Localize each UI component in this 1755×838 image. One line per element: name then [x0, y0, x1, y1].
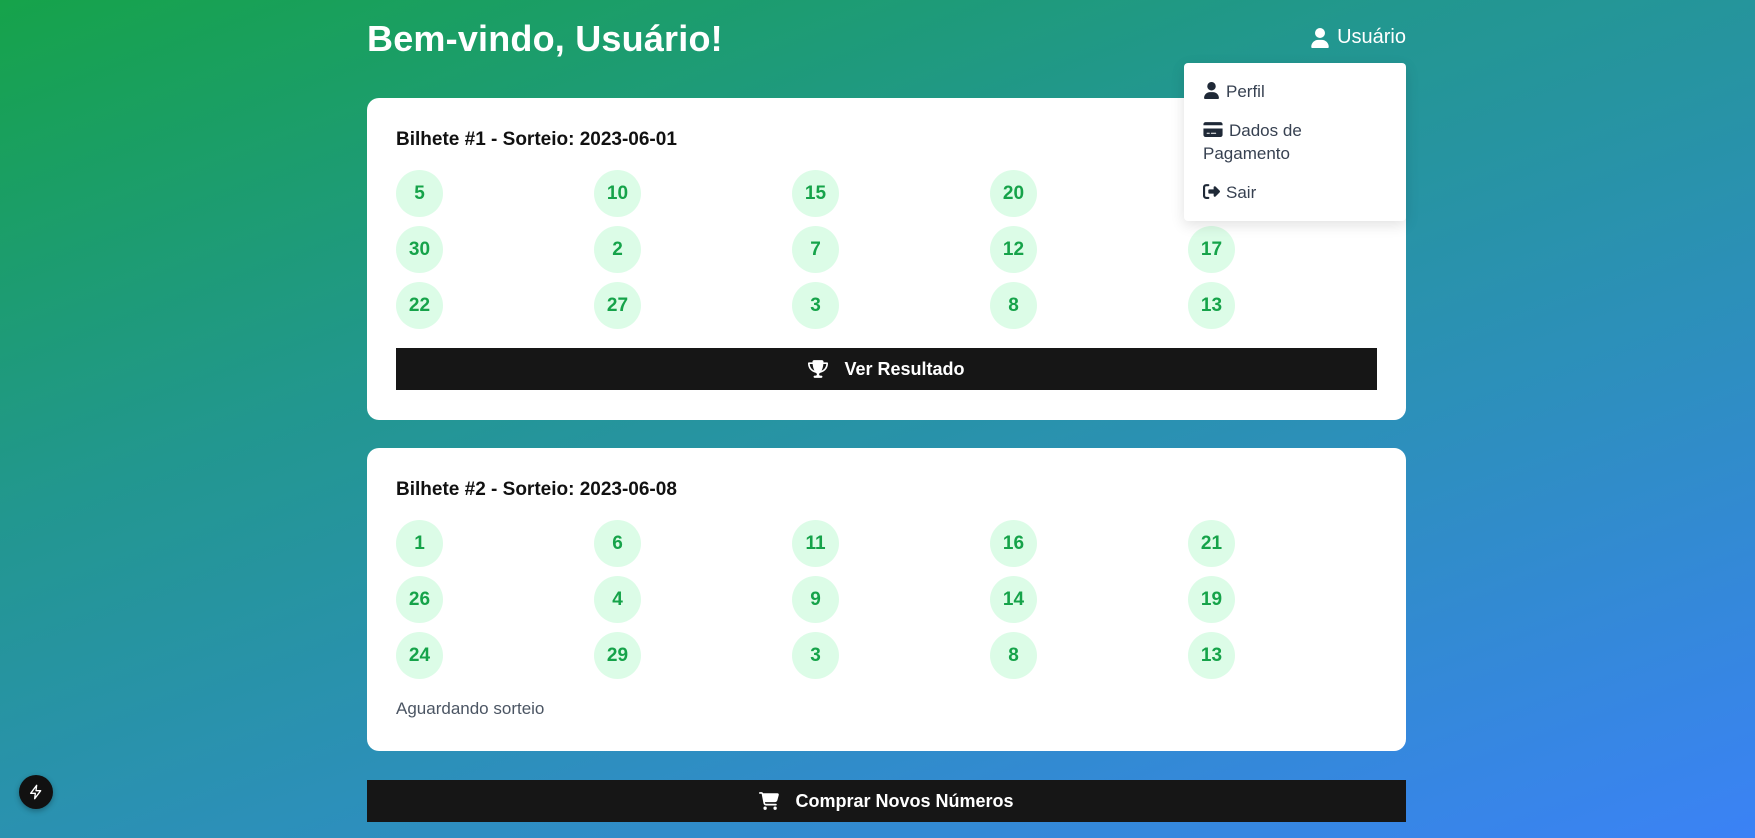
number-ball: 10: [594, 170, 641, 217]
number-ball: 13: [1188, 632, 1235, 679]
dropdown-item-sair[interactable]: Sair: [1184, 175, 1406, 210]
ticket-title: Bilhete #2 - Sorteio: 2023-06-08: [396, 479, 677, 500]
sign-out-icon: [1203, 184, 1220, 199]
number-ball: 26: [396, 576, 443, 623]
main-container: Bem-vindo, Usuário! Usuário Perfil Dados…: [367, 0, 1406, 822]
user-menu-label: Usuário: [1337, 26, 1406, 48]
number-ball: 15: [792, 170, 839, 217]
buy-new-numbers-label: Comprar Novos Números: [795, 790, 1014, 811]
user-icon: [1311, 27, 1329, 48]
lightning-icon: [30, 784, 42, 800]
dropdown-item-label: Sair: [1226, 183, 1257, 202]
number-ball: 8: [990, 632, 1037, 679]
number-ball: 16: [990, 520, 1037, 567]
number-ball: 3: [792, 632, 839, 679]
dropdown-item-label: Perfil: [1226, 82, 1265, 101]
view-result-label: Ver Resultado: [844, 358, 965, 379]
number-ball: 3: [792, 282, 839, 329]
user-dropdown-menu: Perfil Dados de Pagamento Sair: [1184, 63, 1406, 221]
cart-icon: [759, 792, 780, 810]
number-ball: 13: [1188, 282, 1235, 329]
number-ball: 27: [594, 282, 641, 329]
trophy-icon: [808, 360, 829, 378]
number-ball: 2: [594, 226, 641, 273]
number-ball: 12: [990, 226, 1037, 273]
number-ball: 9: [792, 576, 839, 623]
number-ball: 17: [1188, 226, 1235, 273]
ticket-card-2: Bilhete #2 - Sorteio: 2023-06-08 1 6 11 …: [367, 448, 1406, 751]
number-ball: 21: [1188, 520, 1235, 567]
page-title: Bem-vindo, Usuário!: [367, 18, 723, 59]
buy-new-numbers-button[interactable]: Comprar Novos Números: [367, 780, 1406, 822]
dev-tools-badge[interactable]: [19, 775, 53, 809]
dropdown-item-dados-pagamento[interactable]: Dados de Pagamento: [1184, 113, 1406, 171]
user-menu-button[interactable]: Usuário: [1311, 26, 1406, 49]
view-result-button[interactable]: Ver Resultado: [396, 348, 1377, 390]
number-ball: 30: [396, 226, 443, 273]
number-ball: 6: [594, 520, 641, 567]
ticket-status: Aguardando sorteio: [396, 699, 545, 718]
number-ball: 7: [792, 226, 839, 273]
user-icon: [1204, 82, 1219, 99]
ticket-numbers-grid: 1 6 11 16 21 26 4 9 14 19 24 29 3 8 13: [396, 520, 1377, 679]
number-ball: 20: [990, 170, 1037, 217]
number-ball: 8: [990, 282, 1037, 329]
number-ball: 22: [396, 282, 443, 329]
number-ball: 29: [594, 632, 641, 679]
number-ball: 14: [990, 576, 1037, 623]
number-ball: 4: [594, 576, 641, 623]
dropdown-item-perfil[interactable]: Perfil: [1184, 74, 1406, 109]
number-ball: 11: [792, 520, 839, 567]
number-ball: 19: [1188, 576, 1235, 623]
credit-card-icon: [1203, 122, 1223, 137]
number-ball: 1: [396, 520, 443, 567]
number-ball: 24: [396, 632, 443, 679]
number-ball: 5: [396, 170, 443, 217]
